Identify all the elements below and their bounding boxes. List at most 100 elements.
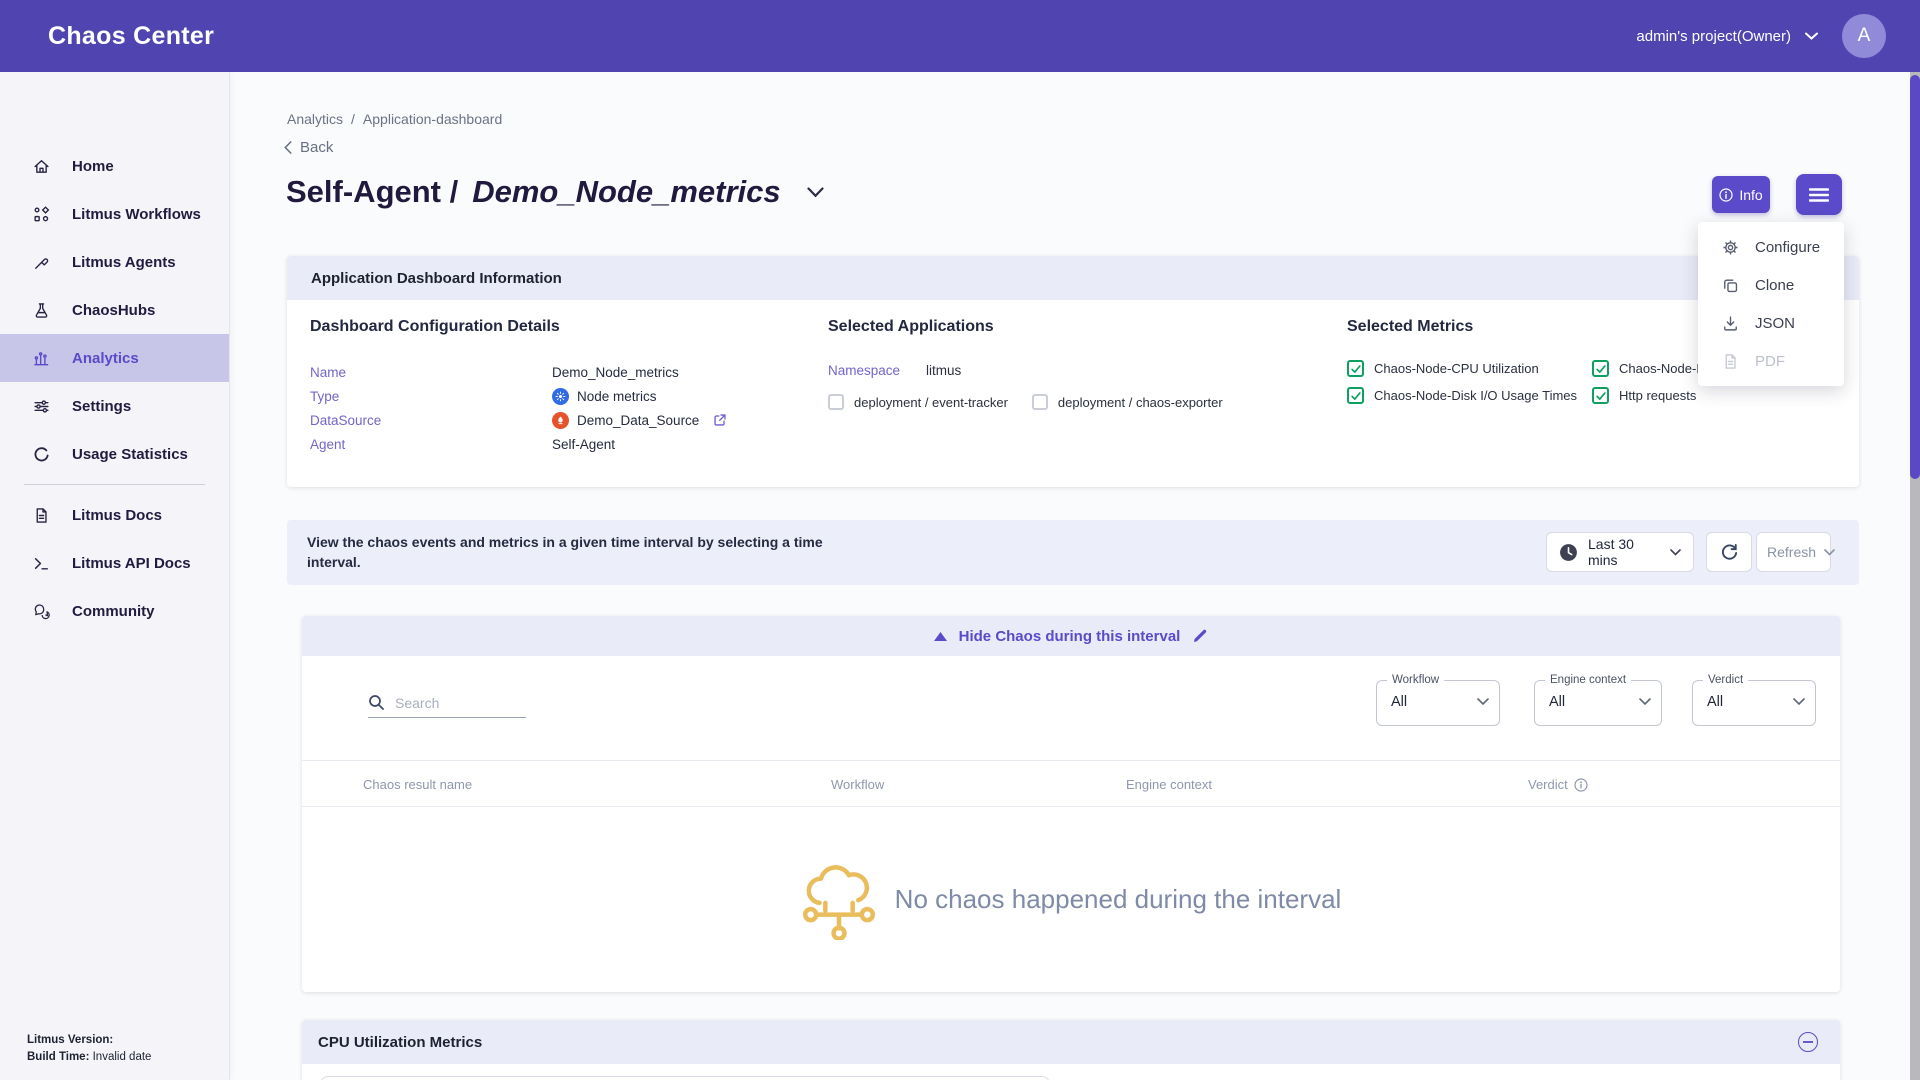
- chaos-center-app: Chaos Center admin's project(Owner) A Ho…: [0, 0, 1920, 1080]
- info-button[interactable]: Info: [1712, 176, 1770, 213]
- cpu-utilization-title: CPU Utilization Metrics: [318, 1034, 482, 1051]
- refresh-now-button[interactable]: [1706, 532, 1752, 572]
- checkbox-cpu-utilization[interactable]: [1347, 360, 1364, 377]
- back-button[interactable]: Back: [284, 139, 333, 156]
- empty-state: No chaos happened during the interval: [302, 858, 1840, 940]
- checkbox-event-tracker[interactable]: [828, 394, 844, 410]
- dashboard-menu-button[interactable]: [1796, 174, 1842, 215]
- type-label: Type: [310, 389, 552, 404]
- sidebar-item-label: Litmus Agents: [72, 254, 176, 271]
- sidebar-item-litmus-docs[interactable]: Litmus Docs: [0, 491, 229, 539]
- cpu-chart-panel: [320, 1076, 1050, 1080]
- table-header-row: Chaos result name Workflow Engine contex…: [302, 760, 1840, 807]
- sidebar-item-community[interactable]: Community: [0, 587, 229, 635]
- menu-item-label: Configure: [1755, 239, 1820, 256]
- configuration-details-column: Dashboard Configuration Details Name Dem…: [310, 318, 727, 456]
- sidebar-item-chaoshubs[interactable]: ChaosHubs: [0, 286, 229, 334]
- verdict-info-icon[interactable]: [1574, 778, 1588, 792]
- verdict-filter-label: Verdict: [1703, 674, 1748, 686]
- kubernetes-icon: [552, 388, 569, 405]
- time-range-button[interactable]: Last 30 mins: [1546, 532, 1694, 572]
- sidebar-item-home[interactable]: Home: [0, 142, 229, 190]
- sidebar-item-label: Community: [72, 603, 155, 620]
- chevron-down-icon: [1824, 549, 1835, 556]
- refresh-interval-select[interactable]: Refresh: [1756, 532, 1831, 572]
- sidebar-item-litmus-agents[interactable]: Litmus Agents: [0, 238, 229, 286]
- header-right: admin's project(Owner) A: [1636, 14, 1886, 58]
- interval-description: View the chaos events and metrics in a g…: [307, 532, 852, 572]
- time-range-value: Last 30 mins: [1588, 536, 1660, 568]
- workflow-filter-select[interactable]: Workflow All: [1376, 680, 1500, 726]
- menu-item-clone[interactable]: Clone: [1698, 266, 1844, 304]
- breadcrumb-separator: /: [351, 111, 355, 127]
- metric-option: Http requests: [1592, 387, 1813, 404]
- agent-value: Self-Agent: [552, 437, 615, 452]
- collapse-triangle-icon[interactable]: [934, 632, 947, 641]
- dashboard-information-header: Application Dashboard Information: [287, 256, 1859, 300]
- selected-applications-column: Selected Applications Namespace litmus d…: [828, 318, 1223, 410]
- chevron-down-icon: [1805, 32, 1818, 40]
- dashboard-switcher-chevron-icon[interactable]: [807, 187, 824, 198]
- column-engine-context: Engine context: [1126, 777, 1212, 792]
- hamburger-icon: [1809, 188, 1829, 202]
- config-row-agent: Agent Self-Agent: [310, 432, 727, 456]
- menu-item-json[interactable]: JSON: [1698, 304, 1844, 342]
- application-option-label: deployment / event-tracker: [854, 395, 1008, 410]
- project-name: admin's project(Owner): [1636, 28, 1791, 45]
- sidebar-item-litmus-workflows[interactable]: Litmus Workflows: [0, 190, 229, 238]
- menu-item-configure[interactable]: Configure: [1698, 228, 1844, 266]
- avatar[interactable]: A: [1842, 14, 1886, 58]
- info-button-label: Info: [1739, 187, 1762, 203]
- usage-arc-icon: [32, 445, 50, 463]
- chaos-interval-card: Hide Chaos during this interval Workflow…: [302, 616, 1840, 992]
- build-time-value: Invalid date: [93, 1051, 152, 1063]
- menu-item-pdf[interactable]: PDF: [1698, 342, 1844, 380]
- checkbox-http-requests[interactable]: [1592, 387, 1609, 404]
- scrollbar-thumb[interactable]: [1910, 75, 1920, 479]
- dashboard-information-card: Application Dashboard Information Dashbo…: [287, 256, 1859, 487]
- search-input[interactable]: [395, 695, 515, 711]
- agent-label: Agent: [310, 437, 552, 452]
- sidebar-item-usage-statistics[interactable]: Usage Statistics: [0, 430, 229, 478]
- file-icon: [1722, 353, 1739, 370]
- menu-item-label: Clone: [1755, 277, 1794, 294]
- clock-icon: [1559, 543, 1578, 562]
- namespace-row: Namespace litmus: [828, 358, 1223, 382]
- datasource-label: DataSource: [310, 413, 552, 428]
- checkbox-disk-usage-rw[interactable]: [1592, 360, 1609, 377]
- copy-icon: [1722, 277, 1739, 294]
- collapse-minus-icon[interactable]: [1798, 1032, 1818, 1052]
- cpu-utilization-card: CPU Utilization Metrics: [302, 1020, 1840, 1080]
- checkbox-chaos-exporter[interactable]: [1032, 394, 1048, 410]
- breadcrumb-analytics[interactable]: Analytics: [287, 111, 343, 127]
- sidebar: Home Litmus Workflows Litmus Agents Chao…: [0, 72, 230, 1080]
- top-header: Chaos Center admin's project(Owner) A: [0, 0, 1920, 72]
- external-link-icon[interactable]: [713, 413, 727, 427]
- selected-applications-title: Selected Applications: [828, 318, 1223, 336]
- chaos-section-header: Hide Chaos during this interval: [302, 616, 1840, 656]
- chevron-down-icon: [1670, 549, 1681, 556]
- sidebar-item-label: Litmus Docs: [72, 507, 162, 524]
- build-time-label: Build Time:: [27, 1051, 89, 1063]
- edit-pencil-icon[interactable]: [1192, 628, 1208, 644]
- home-icon: [32, 157, 50, 175]
- sliders-icon: [32, 397, 50, 415]
- config-row-type: Type Node metrics: [310, 384, 727, 408]
- column-verdict: Verdict: [1528, 777, 1588, 792]
- sidebar-item-label: Litmus Workflows: [72, 206, 201, 223]
- scrollbar-track[interactable]: [1910, 72, 1920, 1080]
- app-title: Chaos Center: [48, 22, 214, 51]
- verdict-filter-select[interactable]: Verdict All: [1692, 680, 1816, 726]
- checkbox-disk-usage-times[interactable]: [1347, 387, 1364, 404]
- engine-context-filter-label: Engine context: [1545, 674, 1631, 686]
- column-workflow: Workflow: [831, 777, 884, 792]
- dashboard-actions-menu: Configure Clone JSON PDF: [1698, 222, 1844, 386]
- back-label: Back: [300, 139, 333, 156]
- engine-context-filter-select[interactable]: Engine context All: [1534, 680, 1662, 726]
- cloud-network-icon: [801, 858, 877, 940]
- project-switcher[interactable]: admin's project(Owner): [1636, 28, 1818, 45]
- sidebar-item-litmus-api-docs[interactable]: Litmus API Docs: [0, 539, 229, 587]
- sidebar-item-analytics[interactable]: Analytics: [0, 334, 229, 382]
- sidebar-item-settings[interactable]: Settings: [0, 382, 229, 430]
- column-chaos-result-name: Chaos result name: [363, 777, 472, 792]
